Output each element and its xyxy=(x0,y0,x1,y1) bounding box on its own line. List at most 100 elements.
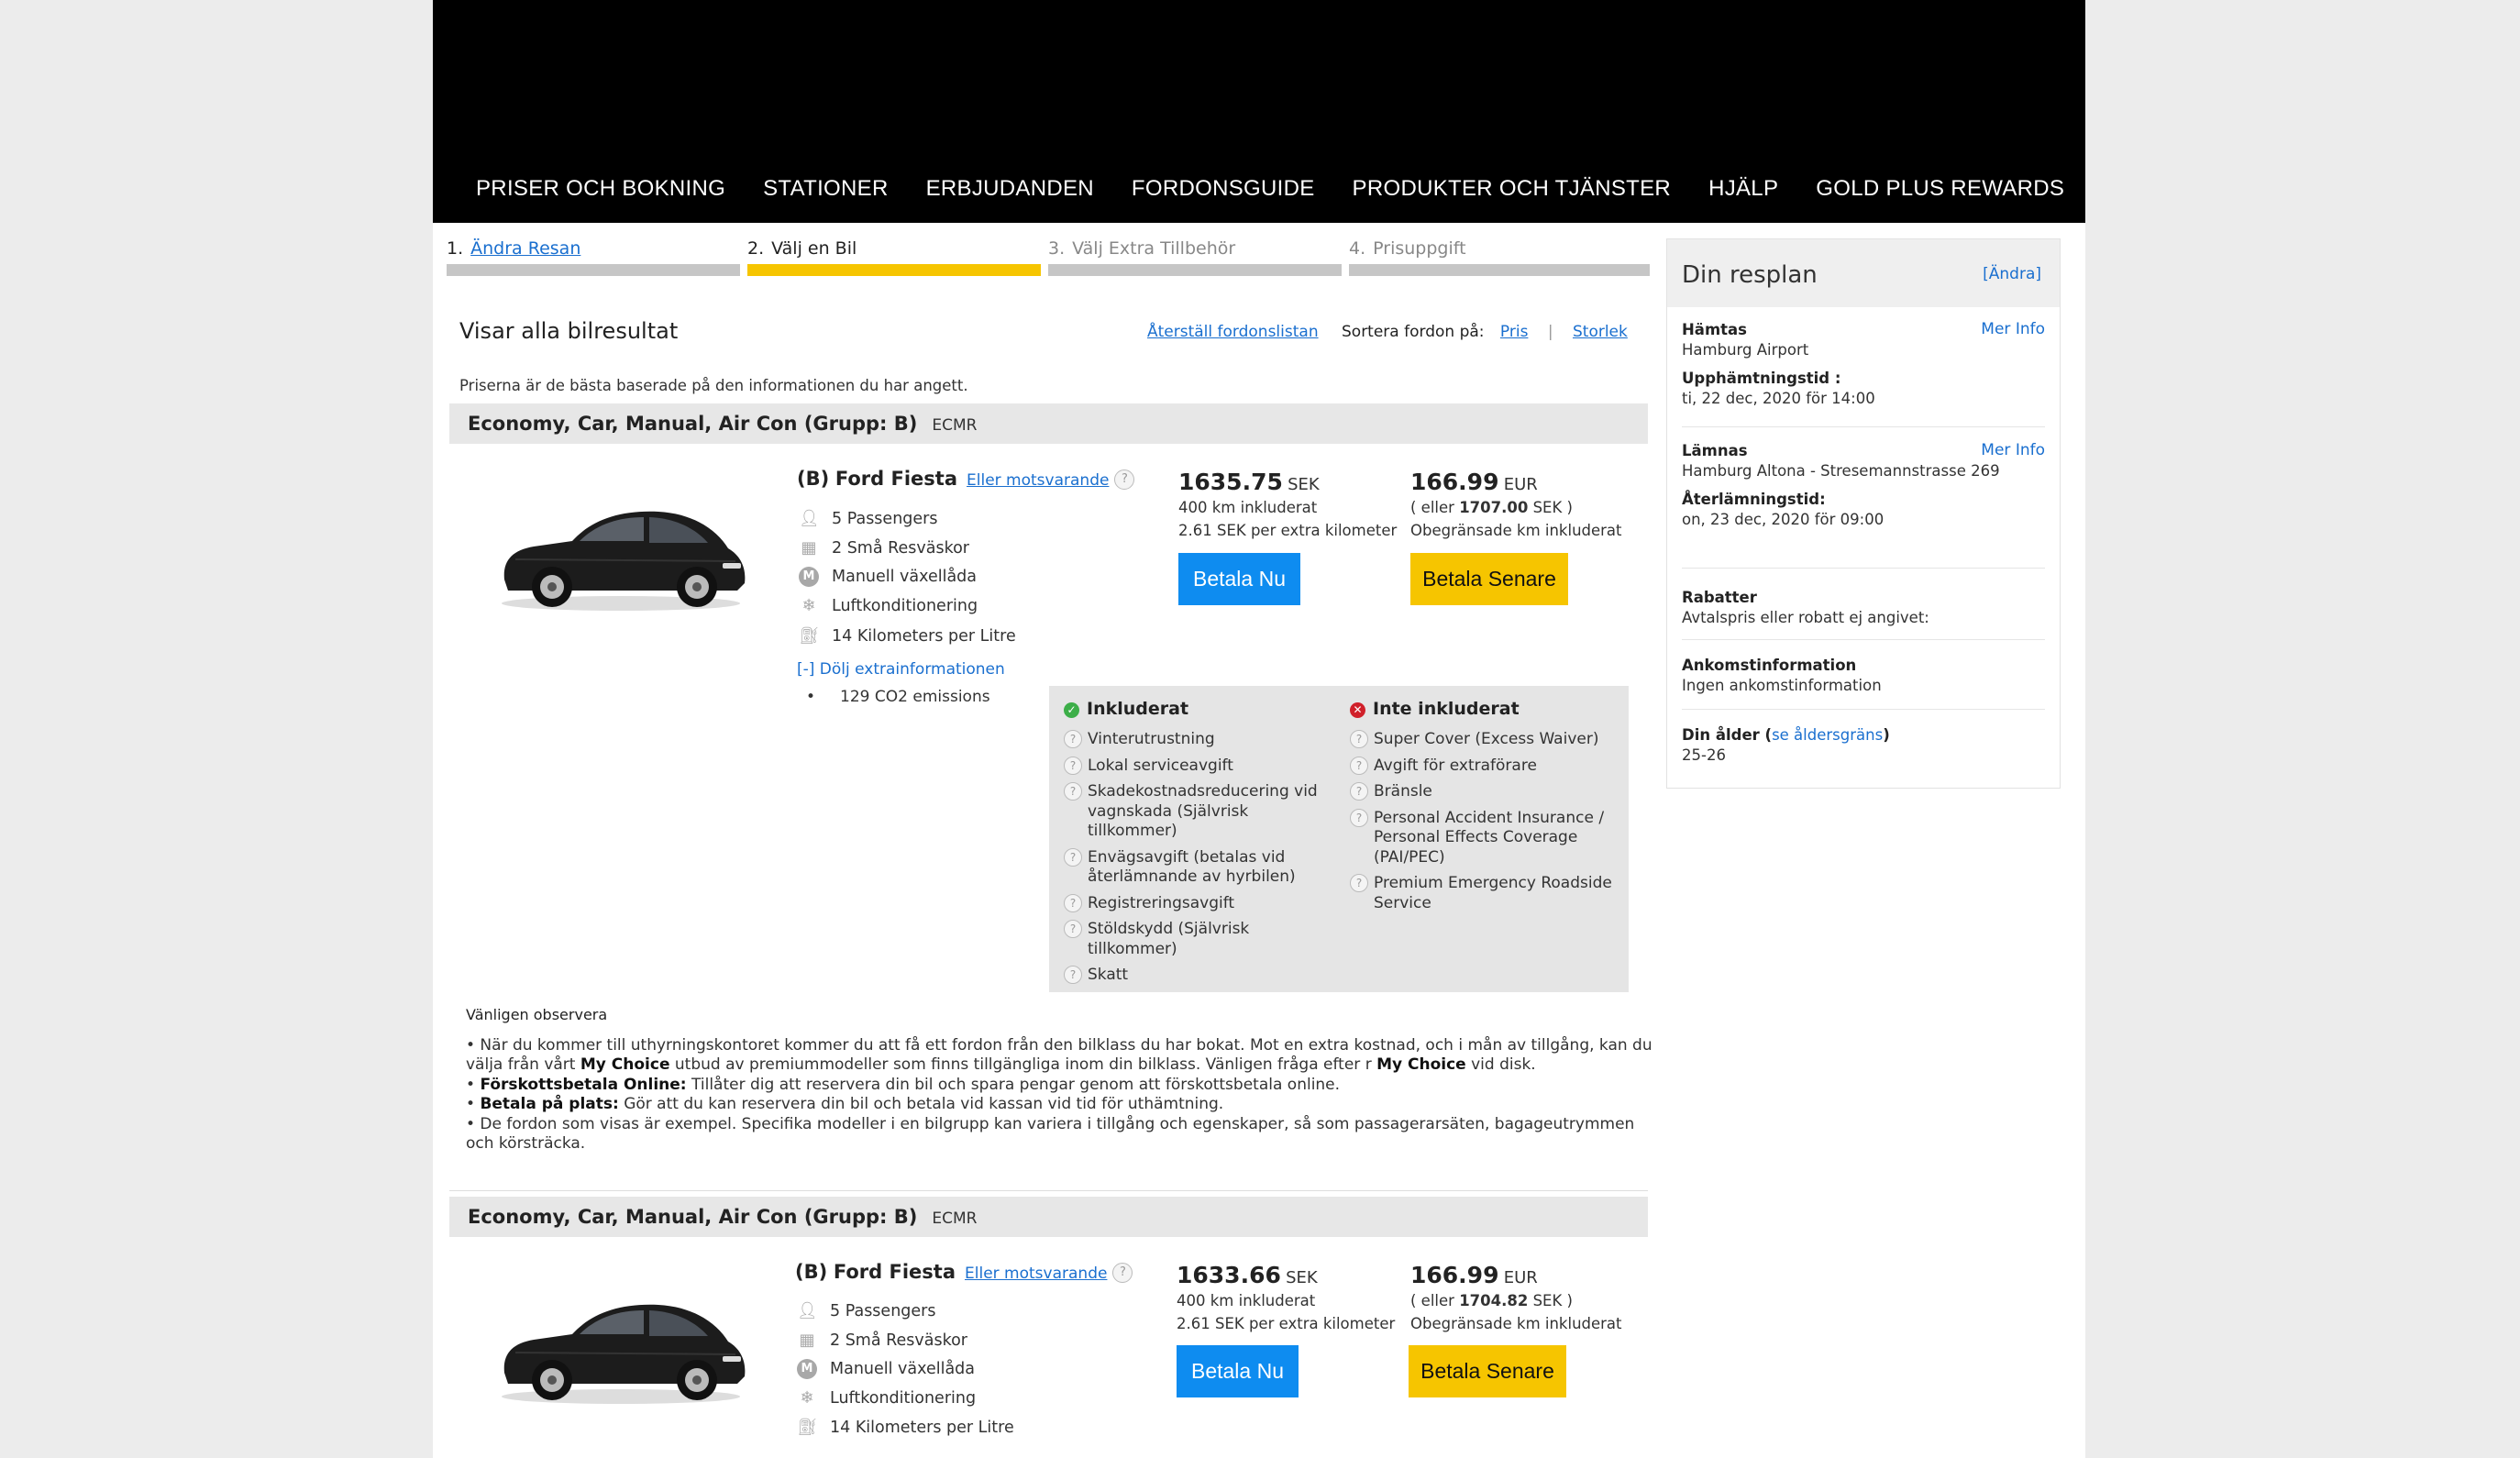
fuel-pump-icon: ⛽︎ xyxy=(799,626,820,646)
feature-aircon: ❄ Luftkonditionering xyxy=(797,1388,976,1408)
feature-transmission: M Manuell växellåda xyxy=(797,1359,975,1379)
included-item: ? Lokal serviceavgift xyxy=(1064,756,1339,777)
nav-produkter[interactable]: PRODUKTER OCH TJÄNSTER xyxy=(1353,176,1672,202)
reset-list-link[interactable]: Återställ fordonslistan xyxy=(1147,323,1319,341)
similar-link[interactable]: Eller motsvarande xyxy=(965,1265,1107,1283)
itinerary-title: Din resplan xyxy=(1682,261,1818,289)
help-icon[interactable]: ? xyxy=(1064,730,1082,748)
sort-bar: Återställ fordonslistan Sortera fordon p… xyxy=(1147,323,1628,341)
nav-fordonsguide[interactable]: FORDONSGUIDE xyxy=(1132,176,1315,202)
help-icon[interactable]: ? xyxy=(1350,874,1368,892)
car-model: Ford Fiesta xyxy=(833,1261,956,1283)
sort-label: Sortera fordon på: xyxy=(1342,323,1485,341)
notice-p1: • När du kommer till uthyrningskontoret … xyxy=(466,1035,1652,1075)
car-name: (B) Ford Fiesta Eller motsvarande? xyxy=(795,1261,1133,1283)
return-location: Hamburg Altona - Stresemannstrasse 269 xyxy=(1682,461,2000,480)
return-section: Mer Info Lämnas Hamburg Altona - Stresem… xyxy=(1682,441,2045,528)
pay-now-button[interactable]: Betala Nu xyxy=(1177,1345,1299,1397)
help-icon[interactable]: ? xyxy=(1064,782,1082,801)
pickup-more-info-link[interactable]: Mer Info xyxy=(1981,320,2045,340)
itinerary-header: Din resplan [Ändra] xyxy=(1667,239,2060,307)
step-2-bar xyxy=(747,264,1041,276)
notice-p3: • Betala på plats: Gör att du kan reserv… xyxy=(466,1095,1224,1113)
sort-size-link[interactable]: Storlek xyxy=(1573,323,1628,341)
step-4-bar xyxy=(1349,264,1650,276)
snowflake-icon: ❄ xyxy=(800,1388,814,1408)
step-1-bar xyxy=(447,264,740,276)
not-included-item: ? Premium Emergency Roadside Service xyxy=(1350,874,1621,913)
included-item: ? Stöldskydd (Självrisk tillkommer) xyxy=(1064,920,1339,959)
age-section: Din ålder (se åldersgräns) 25-26 xyxy=(1682,725,2045,765)
car-code: ECMR xyxy=(932,416,978,435)
suitcase-icon: ▦ xyxy=(801,538,817,558)
pay-later-amount: 166.99 xyxy=(1410,469,1499,495)
not-included-item: ? Bränsle xyxy=(1350,782,1621,802)
help-icon[interactable]: ? xyxy=(1064,756,1082,775)
divider xyxy=(449,1190,1648,1191)
hide-extra-info-toggle[interactable]: [-] Dölj extrainformationen xyxy=(797,660,1005,679)
step-1-link[interactable]: Ändra Resan xyxy=(470,238,580,259)
return-time: on, 23 dec, 2020 för 09:00 xyxy=(1682,510,1884,528)
age-value: 25-26 xyxy=(1682,746,1726,764)
pay-later-price: 166.99 EUR ( eller 1704.82 SEK ) Obegrän… xyxy=(1410,1262,1622,1332)
help-icon[interactable]: ? xyxy=(1064,920,1082,938)
pay-now-amount: 1635.75 xyxy=(1178,469,1283,495)
fuel-pump-icon: ⛽︎ xyxy=(797,1418,818,1437)
pay-later-price: 166.99 EUR ( eller 1707.00 SEK ) Obegrän… xyxy=(1410,469,1622,539)
nav-gold-plus[interactable]: GOLD PLUS REWARDS xyxy=(1816,176,2064,202)
step-2-label: Välj en Bil xyxy=(771,238,857,259)
included-item: ? Skatt xyxy=(1064,966,1339,986)
not-included-column: ✕ Inte inkluderat ? Super Cover (Excess Wa… xyxy=(1350,699,1621,920)
step-3-bar xyxy=(1048,264,1342,276)
feature-transmission: M Manuell växellåda xyxy=(799,567,977,587)
step-1[interactable]: 1. Ändra Resan xyxy=(447,238,740,279)
not-included-item: ? Avgift för extraförare xyxy=(1350,756,1621,777)
sort-price-link[interactable]: Pris xyxy=(1500,323,1529,341)
help-icon[interactable]: ? xyxy=(1350,756,1368,775)
divider xyxy=(1682,639,2045,640)
notice-title: Vänligen observera xyxy=(466,1006,608,1023)
itinerary-sidebar: Din resplan [Ändra] Mer Info Hämtas Hamb… xyxy=(1666,238,2061,789)
results-note: Priserna är de bästa baserade på den inf… xyxy=(459,377,968,394)
car-image xyxy=(502,1304,746,1404)
help-icon[interactable]: ? xyxy=(1064,966,1082,984)
help-icon[interactable]: ? xyxy=(1350,808,1368,827)
pay-later-button[interactable]: Betala Senare xyxy=(1409,1345,1566,1397)
cross-icon: ✕ xyxy=(1350,702,1365,718)
nav-stationer[interactable]: STATIONER xyxy=(763,176,888,202)
feature-passengers: 👤︎ 5 Passengers xyxy=(799,509,938,528)
help-icon[interactable]: ? xyxy=(1064,893,1082,912)
car-code: ECMR xyxy=(932,1209,978,1228)
similar-link[interactable]: Eller motsvarande xyxy=(967,471,1109,490)
change-itinerary-link[interactable]: [Ändra] xyxy=(1983,265,2041,283)
results-title: Visar alla bilresultat xyxy=(459,318,679,344)
main-nav: PRISER OCH BOKNING STATIONER ERBJUDANDEN… xyxy=(476,176,2102,202)
step-3-label: Välj Extra Tillbehör xyxy=(1072,238,1236,259)
car-name: (B) Ford Fiesta Eller motsvarande? xyxy=(797,468,1135,490)
pay-now-button[interactable]: Betala Nu xyxy=(1178,553,1300,605)
pickup-time: ti, 22 dec, 2020 för 14:00 xyxy=(1682,389,1875,407)
nav-erbjudanden[interactable]: ERBJUDANDEN xyxy=(926,176,1094,202)
not-included-item: ? Personal Accident Insurance / Personal … xyxy=(1350,808,1621,868)
nav-priser[interactable]: PRISER OCH BOKNING xyxy=(476,176,725,202)
pay-later-amount: 166.99 xyxy=(1410,1262,1499,1288)
emissions-item: • 129 CO2 emissions xyxy=(806,688,990,706)
pay-later-button[interactable]: Betala Senare xyxy=(1410,553,1568,605)
step-3: 3. Välj Extra Tillbehör xyxy=(1048,238,1342,279)
step-2: 2. Välj en Bil xyxy=(747,238,1041,279)
included-item: ? Vinterutrustning xyxy=(1064,730,1339,750)
step-4-label: Prisuppgift xyxy=(1373,238,1466,259)
help-icon[interactable]: ? xyxy=(1350,730,1368,748)
help-icon[interactable]: ? xyxy=(1350,782,1368,801)
included-panel: ✓ Inkluderat ? Vinterutrustning ? Lokal ser… xyxy=(1049,686,1629,992)
return-more-info-link[interactable]: Mer Info xyxy=(1981,441,2045,461)
feature-luggage: ▦ 2 Små Resväskor xyxy=(799,538,969,558)
divider xyxy=(1682,709,2045,710)
help-icon[interactable]: ? xyxy=(1112,1263,1133,1283)
nav-hjalp[interactable]: HJÄLP xyxy=(1708,176,1778,202)
age-limit-link[interactable]: se åldersgräns xyxy=(1772,726,1883,744)
help-icon[interactable]: ? xyxy=(1064,847,1082,867)
help-icon[interactable]: ? xyxy=(1114,469,1135,490)
included-item: ? Registreringsavgift xyxy=(1064,893,1339,914)
car-group-title: Economy, Car, Manual, Air Con (Grupp: B) xyxy=(468,413,918,435)
